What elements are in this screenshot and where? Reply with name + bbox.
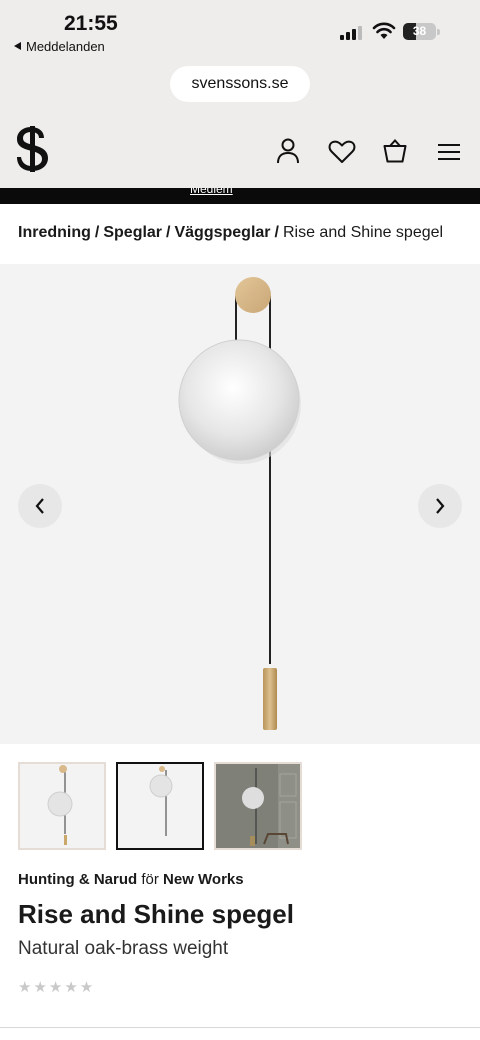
browser-address-area: svenssons.se — [0, 62, 480, 108]
collection-link[interactable]: New Works — [163, 871, 244, 888]
thumbnail-2[interactable] — [116, 762, 204, 850]
status-bar: 21:55 Meddelanden 38 — [0, 0, 480, 62]
section-divider — [0, 1027, 480, 1028]
status-time: 21:55 — [64, 12, 118, 35]
cellular-signal-icon — [340, 24, 364, 40]
site-header — [0, 108, 480, 188]
battery-percent: 38 — [412, 24, 427, 38]
rating-stars[interactable]: ★★★★★ — [18, 978, 95, 996]
breadcrumb: Inredning / Speglar / Väggspeglar / Rise and S… — [18, 224, 443, 242]
product-title: Rise and Shine spegel — [18, 899, 294, 929]
breadcrumb-link-vaggspeglar[interactable]: Väggspeglar — [174, 224, 270, 241]
thumbnail-3[interactable] — [214, 762, 302, 850]
breadcrumb-separator: / — [274, 224, 279, 241]
product-subtitle: Natural oak-brass weight — [18, 938, 229, 959]
site-logo[interactable] — [14, 126, 50, 172]
promo-bar-text: Medlem — [190, 188, 233, 196]
hamburger-menu-icon[interactable] — [437, 143, 461, 161]
breadcrumb-separator: / — [166, 224, 171, 241]
thumbnail-1[interactable] — [18, 762, 106, 850]
breadcrumb-link-inredning[interactable]: Inredning — [18, 224, 91, 241]
back-app-label: Meddelanden — [26, 39, 105, 54]
url-bar[interactable]: svenssons.se — [170, 66, 310, 102]
gallery-next-button[interactable] — [418, 484, 462, 528]
breadcrumb-current: Rise and Shine spegel — [282, 224, 444, 241]
breadcrumb-separator: / — [94, 224, 100, 241]
product-brand-line: Hunting & Narud för New Works — [18, 871, 244, 888]
product-main-image[interactable] — [0, 264, 480, 744]
back-triangle-icon — [14, 42, 21, 50]
chevron-right-icon — [436, 498, 445, 514]
battery-indicator: 38 — [403, 23, 440, 40]
breadcrumb-link-speglar[interactable]: Speglar — [103, 224, 162, 241]
promo-bar[interactable]: Medlem — [0, 188, 480, 204]
wifi-icon — [372, 22, 396, 39]
chevron-left-icon — [35, 498, 44, 514]
mirror-illustration — [178, 277, 301, 730]
heart-icon[interactable] — [328, 140, 356, 164]
cart-icon[interactable] — [383, 139, 407, 163]
for-label: för — [141, 871, 159, 888]
battery-nub — [437, 29, 440, 35]
gallery-prev-button[interactable] — [18, 484, 62, 528]
back-to-app-link[interactable]: Meddelanden — [14, 39, 105, 54]
account-icon[interactable] — [276, 138, 300, 164]
brand-link[interactable]: Hunting & Narud — [18, 871, 137, 888]
